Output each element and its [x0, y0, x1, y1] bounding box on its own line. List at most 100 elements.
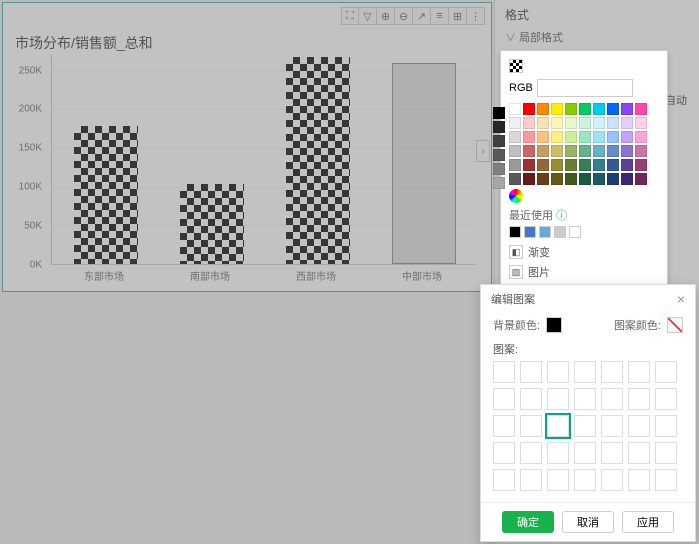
palette-cell[interactable] [621, 173, 633, 185]
pattern-cell[interactable] [493, 361, 515, 383]
palette-cell[interactable] [537, 103, 549, 115]
palette-cell[interactable] [537, 173, 549, 185]
palette-cell[interactable] [635, 173, 647, 185]
palette-cell[interactable] [523, 117, 535, 129]
palette-cell[interactable] [607, 131, 619, 143]
pattern-cell[interactable] [520, 469, 542, 491]
image-option[interactable]: ▨图片 [509, 264, 659, 280]
pattern-cell[interactable] [628, 361, 650, 383]
palette-cell[interactable] [523, 145, 535, 157]
pattern-cell[interactable] [493, 415, 515, 437]
palette-cell[interactable] [509, 131, 521, 143]
palette-cell[interactable] [565, 145, 577, 157]
pattern-cell[interactable] [547, 442, 569, 464]
palette-cell[interactable] [621, 145, 633, 157]
pattern-cell[interactable] [601, 415, 623, 437]
palette-cell[interactable] [579, 159, 591, 171]
palette-cell[interactable] [493, 149, 505, 161]
pattern-cell[interactable] [655, 361, 677, 383]
palette-cell[interactable] [565, 159, 577, 171]
pattern-color-swatch[interactable] [667, 317, 683, 333]
pattern-cell[interactable] [655, 388, 677, 410]
pattern-cell[interactable] [547, 469, 569, 491]
palette-cell[interactable] [607, 173, 619, 185]
pattern-cell[interactable] [601, 469, 623, 491]
palette-cell[interactable] [493, 177, 505, 189]
pattern-cell[interactable] [601, 388, 623, 410]
palette-cell[interactable] [537, 117, 549, 129]
pattern-cell[interactable] [574, 361, 596, 383]
palette-cell[interactable] [537, 145, 549, 157]
pattern-cell[interactable] [601, 442, 623, 464]
palette-cell[interactable] [579, 145, 591, 157]
pattern-cell[interactable] [547, 388, 569, 410]
palette-cell[interactable] [593, 131, 605, 143]
color-wheel-icon[interactable] [509, 189, 523, 203]
pattern-cell[interactable] [601, 361, 623, 383]
palette-cell[interactable] [551, 117, 563, 129]
palette-cell[interactable] [579, 117, 591, 129]
rgb-input[interactable] [537, 79, 633, 97]
palette-cell[interactable] [621, 159, 633, 171]
current-color-swatch[interactable] [509, 59, 523, 73]
pattern-grid[interactable] [493, 361, 683, 491]
palette-cell[interactable] [635, 159, 647, 171]
pattern-cell[interactable] [655, 469, 677, 491]
palette-cell[interactable] [551, 131, 563, 143]
recent-color[interactable] [554, 226, 566, 238]
recent-colors[interactable] [509, 226, 659, 238]
pattern-cell[interactable] [574, 442, 596, 464]
pattern-cell[interactable] [574, 388, 596, 410]
palette-cell[interactable] [593, 173, 605, 185]
pattern-cell[interactable] [655, 442, 677, 464]
palette-cell[interactable] [551, 145, 563, 157]
pattern-cell[interactable] [520, 415, 542, 437]
pattern-cell[interactable] [574, 469, 596, 491]
pattern-cell[interactable] [520, 442, 542, 464]
palette-cell[interactable] [493, 163, 505, 175]
palette-cell[interactable] [551, 159, 563, 171]
pattern-cell[interactable] [493, 388, 515, 410]
pattern-cell[interactable] [628, 415, 650, 437]
palette-cell[interactable] [551, 173, 563, 185]
palette-cell[interactable] [509, 159, 521, 171]
pattern-cell[interactable] [628, 388, 650, 410]
palette-cell[interactable] [493, 121, 505, 133]
pattern-cell[interactable] [520, 388, 542, 410]
palette-cell[interactable] [565, 173, 577, 185]
palette-cell[interactable] [607, 159, 619, 171]
palette-cell[interactable] [607, 145, 619, 157]
pattern-cell[interactable] [547, 361, 569, 383]
palette-cell[interactable] [509, 103, 521, 115]
recent-color[interactable] [539, 226, 551, 238]
palette-cell[interactable] [621, 117, 633, 129]
bg-color-swatch[interactable] [546, 317, 562, 333]
palette-cell[interactable] [635, 103, 647, 115]
palette-cell[interactable] [509, 145, 521, 157]
pattern-cell[interactable] [493, 469, 515, 491]
palette-cell[interactable] [523, 173, 535, 185]
palette-cell[interactable] [593, 117, 605, 129]
palette-cell[interactable] [593, 159, 605, 171]
pattern-cell[interactable] [574, 415, 596, 437]
recent-color[interactable] [569, 226, 581, 238]
palette-cell[interactable] [635, 145, 647, 157]
palette-cell[interactable] [537, 131, 549, 143]
palette-cell[interactable] [621, 131, 633, 143]
palette-cell[interactable] [593, 103, 605, 115]
pattern-cell[interactable] [628, 442, 650, 464]
grayscale-palette[interactable] [493, 107, 505, 189]
pattern-cell[interactable] [520, 361, 542, 383]
info-icon[interactable]: ⓘ [556, 210, 567, 222]
palette-cell[interactable] [509, 173, 521, 185]
pattern-cell[interactable] [655, 415, 677, 437]
palette-cell[interactable] [593, 145, 605, 157]
ok-button[interactable]: 确定 [502, 511, 554, 533]
palette-cell[interactable] [493, 107, 505, 119]
palette-cell[interactable] [551, 103, 563, 115]
palette-cell[interactable] [579, 173, 591, 185]
palette-cell[interactable] [565, 131, 577, 143]
palette-cell[interactable] [635, 117, 647, 129]
palette-cell[interactable] [509, 117, 521, 129]
palette-cell[interactable] [607, 117, 619, 129]
